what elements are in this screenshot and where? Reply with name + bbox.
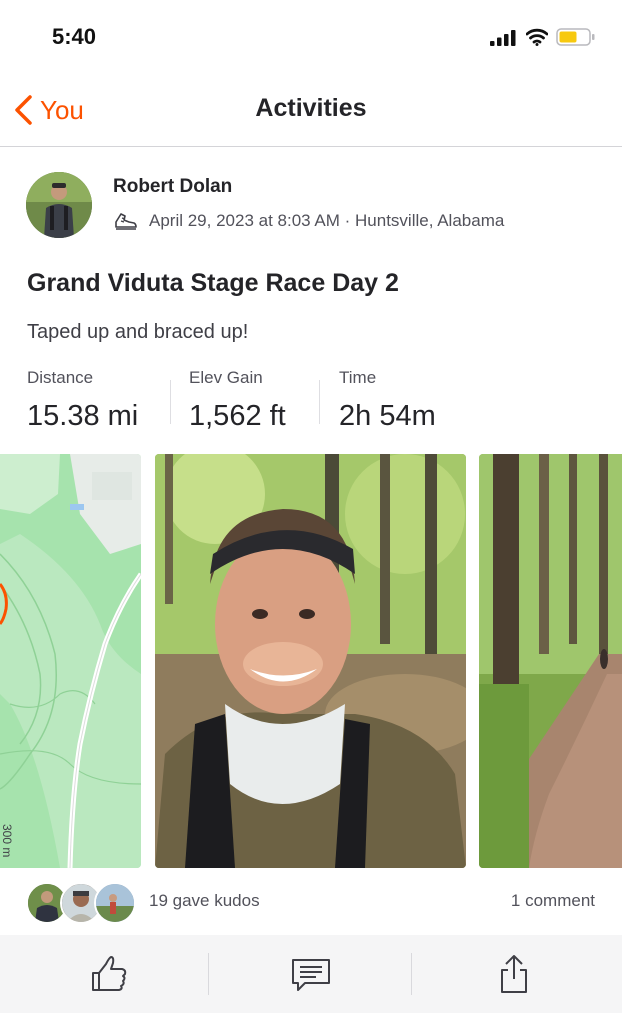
kudos-row[interactable]: 19 gave kudos 1 comment — [0, 878, 622, 924]
activity-description: Taped up and braced up! — [27, 321, 249, 343]
comment-button[interactable] — [286, 949, 336, 999]
stat-value: 15.38 mi — [27, 400, 139, 432]
stat-time: Time 2h 54m — [339, 368, 436, 433]
stat-label: Distance — [27, 368, 94, 387]
activity-stats: Distance 15.38 mi Elev Gain 1,562 ft Tim… — [0, 368, 622, 438]
athlete-avatar[interactable] — [26, 172, 92, 238]
chevron-left-icon — [15, 95, 32, 125]
run-shoe-icon — [115, 213, 137, 230]
media-carousel[interactable]: 300 m — [0, 454, 622, 868]
activity-photo[interactable] — [479, 454, 622, 868]
stat-value: 2h 54m — [339, 400, 436, 432]
stat-elevation: Elev Gain 1,562 ft — [189, 368, 286, 433]
activity-photo[interactable] — [155, 454, 466, 868]
battery-icon — [556, 28, 595, 46]
stat-divider — [170, 380, 171, 424]
action-divider — [411, 953, 412, 995]
stat-label: Time — [339, 368, 377, 387]
kudos-count[interactable]: 19 gave kudos — [149, 891, 260, 911]
activity-title[interactable]: Grand Viduta Stage Race Day 2 — [27, 269, 399, 298]
wifi-icon — [526, 28, 548, 46]
action-divider — [208, 953, 209, 995]
kudos-avatar — [94, 882, 136, 924]
give-kudos-button[interactable] — [84, 949, 134, 999]
navigation-bar: You Activities — [0, 78, 622, 147]
kudos-avatars[interactable] — [26, 882, 136, 924]
cellular-signal-icon — [490, 30, 516, 46]
action-bar — [0, 935, 622, 1013]
map-scale-label: 300 m — [0, 824, 14, 858]
status-time: 5:40 — [52, 24, 97, 49]
stat-value: 1,562 ft — [189, 400, 286, 432]
comment-icon — [292, 959, 330, 991]
stat-divider — [319, 380, 320, 424]
share-icon — [501, 955, 527, 993]
stat-label: Elev Gain — [189, 368, 263, 387]
thumbs-up-icon — [92, 956, 127, 991]
share-button[interactable] — [489, 949, 539, 999]
activity-meta: April 29, 2023 at 8:03 AM · Huntsville, … — [113, 208, 504, 234]
page-title: Activities — [255, 94, 367, 122]
comments-count[interactable]: 1 comment — [511, 891, 595, 911]
back-button[interactable]: You — [12, 88, 84, 132]
route-map[interactable]: 300 m — [0, 454, 141, 868]
athlete-name[interactable]: Robert Dolan — [113, 176, 232, 198]
activity-date-location: April 29, 2023 at 8:03 AM · Huntsville, … — [149, 211, 505, 230]
stat-distance: Distance 15.38 mi — [27, 368, 138, 433]
back-label: You — [40, 94, 84, 125]
status-bar: 5:40 — [0, 0, 622, 72]
